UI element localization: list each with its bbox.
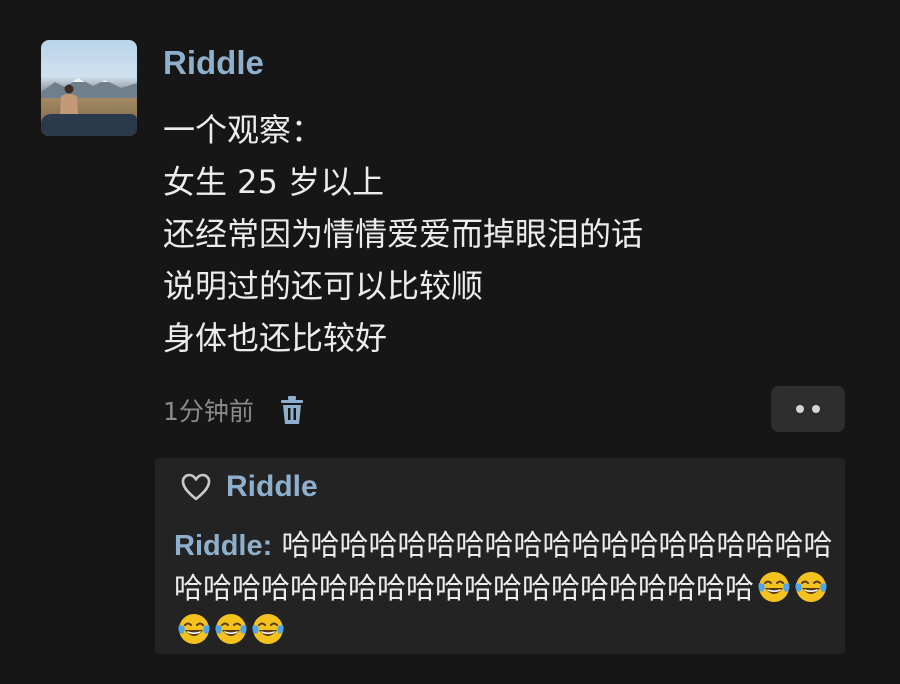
more-button[interactable] bbox=[771, 386, 845, 432]
tears-of-joy-emoji-icon bbox=[215, 614, 247, 644]
more-dots-icon bbox=[796, 405, 804, 413]
post-author[interactable]: Riddle bbox=[163, 44, 264, 82]
post-line: 还经常因为情情爱爱而掉眼泪的话 bbox=[163, 215, 644, 253]
comment-author[interactable]: Riddle: bbox=[174, 530, 272, 562]
heart-icon[interactable] bbox=[180, 472, 212, 502]
post-content: 一个观察： 女生 25 岁以上 还经常因为情情爱爱而掉眼泪的话 说明过的还可以比… bbox=[163, 104, 783, 364]
avatar-car bbox=[41, 114, 137, 136]
avatar-person bbox=[60, 84, 78, 114]
post-line: 女生 25 岁以上 bbox=[163, 163, 385, 201]
post-meta: 1分钟前 bbox=[163, 390, 306, 430]
trash-icon[interactable] bbox=[278, 394, 306, 426]
comment[interactable]: Riddle: 哈哈哈哈哈哈哈哈哈哈哈哈哈哈哈哈哈哈哈哈哈哈哈哈哈哈哈哈哈哈哈哈… bbox=[174, 524, 834, 651]
liked-by-user[interactable]: Riddle bbox=[226, 470, 318, 504]
comment-text: 哈哈哈哈哈哈哈哈哈哈哈哈哈哈哈哈哈哈哈哈哈哈哈哈哈哈哈哈哈哈哈哈哈哈哈哈哈哈哈 bbox=[174, 528, 833, 605]
tears-of-joy-emoji-icon bbox=[758, 572, 790, 602]
tears-of-joy-emoji-icon bbox=[795, 572, 827, 602]
post-line: 一个观察： bbox=[163, 111, 324, 149]
post-line: 说明过的还可以比较顺 bbox=[163, 267, 484, 305]
more-dots-icon bbox=[812, 405, 820, 413]
tears-of-joy-emoji-icon bbox=[252, 614, 284, 644]
tears-of-joy-emoji-icon bbox=[178, 614, 210, 644]
post-line: 身体也还比较好 bbox=[163, 319, 388, 357]
post-timestamp: 1分钟前 bbox=[163, 397, 254, 426]
avatar[interactable] bbox=[41, 40, 137, 136]
interaction-panel: Riddle Riddle: 哈哈哈哈哈哈哈哈哈哈哈哈哈哈哈哈哈哈哈哈哈哈哈哈哈… bbox=[155, 458, 845, 654]
avatar-mountains bbox=[41, 78, 137, 98]
likes-row: Riddle bbox=[180, 468, 318, 506]
